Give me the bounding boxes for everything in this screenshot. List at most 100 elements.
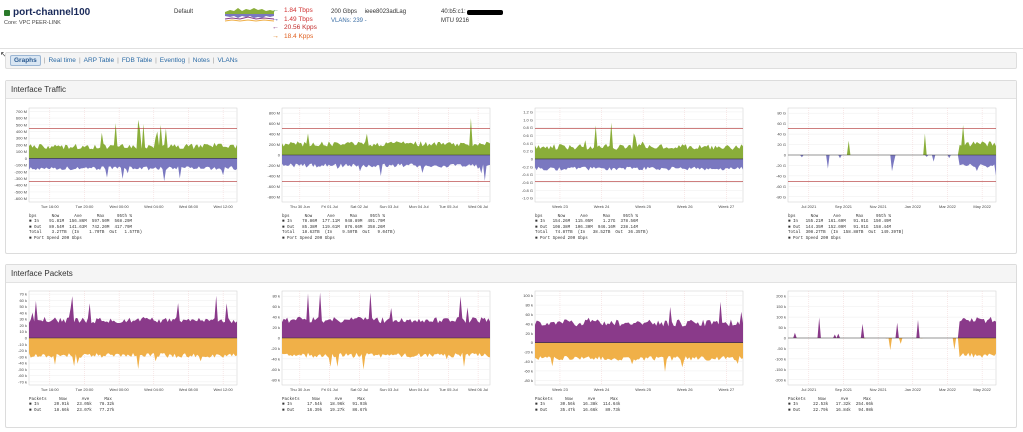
packets-graph-svg: 80 k 60 k 40 k 20 k 0 -20 k -40 k -60 k -80 k Thu… <box>271 290 491 392</box>
rate-row: ← 1.84 Tbps <box>272 7 317 16</box>
packets-graph-3[interactable]: 100 k 80 k 60 k 40 k 20 k 0 -20 k -40 k -60 k -80… <box>511 287 751 413</box>
port-title-text[interactable]: port-channel100 <box>13 7 90 18</box>
y-tick-label: 200 M <box>16 142 27 147</box>
tab-real-time[interactable]: Real time <box>48 57 75 64</box>
y-tick-label: -0.6 G <box>522 180 533 185</box>
x-tick-label: Week 23 <box>552 204 568 209</box>
packets-graph-svg: 70 k60 k50 k40 k30 k20 k10 k0-10 k-20 k-… <box>18 290 238 392</box>
rate-row: ← 20.56 Kpps <box>272 24 317 33</box>
x-tick-label: Week 27 <box>719 387 735 392</box>
arrow-left-icon: ← <box>272 24 279 32</box>
y-tick-label: -0.8 G <box>522 188 533 193</box>
y-tick-label: 100 k <box>523 293 533 298</box>
x-tick-label: Sep 2021 <box>835 387 853 392</box>
traffic-graph-legend: bps Now Ave Max 95th % ■ In 154.26M 115.… <box>535 215 649 241</box>
rate-row: → 18.4 Kpps <box>272 33 317 42</box>
tab-graphs[interactable]: Graphs <box>10 55 41 66</box>
y-tick-label: -400 M <box>268 173 280 178</box>
port-mac: 40:b5:c1: <box>441 9 503 15</box>
x-tick-label: Thu 30 Jun <box>290 387 310 392</box>
y-tick-label: -400 M <box>15 183 27 188</box>
y-tick-label: 100 k <box>776 315 786 320</box>
y-tick-label: -50 k <box>777 346 786 351</box>
tab-arp-table[interactable]: ARP Table <box>84 57 114 64</box>
y-tick-label: 60 k <box>525 312 533 317</box>
traffic-graph-svg: 800 M 600 M 400 M 200 M 0 -200 M -400 M -600 M -… <box>268 107 491 209</box>
x-tick-label: Wed 00:00 <box>109 204 129 209</box>
traffic-graph-legend: bps Now Ave Max 95th % ■ In 155.21M 161.… <box>788 215 904 241</box>
tab-eventlog[interactable]: Eventlog <box>160 57 185 64</box>
y-tick-label: -100 k <box>775 356 786 361</box>
y-tick-label: -800 M <box>268 194 280 199</box>
x-tick-label: Week 26 <box>677 204 693 209</box>
x-tick-label: Wed 08:00 <box>179 387 199 392</box>
traffic-graph-2[interactable]: 800 M 600 M 400 M 200 M 0 -200 M -400 M -600 M -… <box>258 104 498 241</box>
port-vlans[interactable]: VLANs: 239 - <box>331 18 367 24</box>
y-tick-label: 20 k <box>525 331 533 336</box>
y-tick-label: 20 k <box>272 325 280 330</box>
y-tick-label: 40 k <box>272 315 280 320</box>
packets-graph-4[interactable]: 200 k 150 k 100 k 50 k 0 -50 k -100 k -150 k -20… <box>764 287 1004 413</box>
traffic-graph-3[interactable]: 1.2 G 1.0 G 0.8 G 0.6 G 0.4 G 0.2 G 0 -0.2 G -0.… <box>511 104 751 241</box>
x-tick-label: Fri 01 Jul <box>321 387 338 392</box>
y-tick-label: -30 k <box>18 354 27 359</box>
y-tick-label: 0 <box>531 156 534 161</box>
y-tick-label: 500 M <box>16 122 27 127</box>
traffic-graph-4[interactable]: 80 G 60 G 40 G 20 G 0 -20 G -40 G -60 G -80 G Jul… <box>764 104 1004 241</box>
y-tick-label: -600 M <box>15 196 27 201</box>
port-mac-prefix: 40:b5:c1: <box>441 9 466 15</box>
x-tick-label: Tue 16:00 <box>41 387 60 392</box>
x-tick-label: Wed 04:00 <box>144 387 164 392</box>
y-tick-label: 0 <box>531 340 534 345</box>
x-tick-label: Tue 05 Jul <box>439 204 458 209</box>
y-tick-label: -150 k <box>775 367 786 372</box>
y-tick-label: 150 k <box>776 304 786 309</box>
y-tick-label: 0.8 G <box>523 125 533 130</box>
y-tick-label: -300 M <box>15 176 27 181</box>
port-title[interactable]: port-channel100 <box>4 7 90 18</box>
y-tick-label: 80 k <box>525 303 533 308</box>
y-tick-label: 30 k <box>19 317 27 322</box>
tab-separator: | <box>188 57 190 64</box>
x-tick-label: Fri 01 Jul <box>321 204 338 209</box>
traffic-sparkline[interactable] <box>222 5 277 23</box>
x-tick-label: May 2022 <box>973 204 991 209</box>
y-tick-label: -0.2 G <box>522 164 533 169</box>
y-tick-label: 40 G <box>777 132 786 137</box>
x-tick-label: Week 23 <box>552 387 568 392</box>
traffic-graph-svg: 700 M 600 M500 M 400 M 300 M200 M 100 M 0 -100… <box>15 107 238 209</box>
packets-graph-legend: Packets Now Ave Max ■ In 17.54k 18.96k 9… <box>282 398 368 413</box>
x-tick-label: Nov 2021 <box>870 204 888 209</box>
port-speed: 200 Gbps ieee8023adLag <box>331 9 406 15</box>
rate-value: 20.56 Kpps <box>284 24 317 32</box>
y-tick-label: 10 k <box>19 329 27 334</box>
arrow-right-icon: → <box>272 32 279 40</box>
tab-fdb-table[interactable]: FDB Table <box>122 57 152 64</box>
y-tick-label: 60 k <box>19 298 27 303</box>
traffic-graph-1[interactable]: 700 M 600 M 500 M 400 M 300 M 200 M 100 M 0 -100… <box>5 104 245 241</box>
x-tick-label: Wed 00:00 <box>109 387 129 392</box>
x-tick-label: Week 27 <box>719 204 735 209</box>
tab-notes[interactable]: Notes <box>193 57 210 64</box>
x-tick-label: Tue 16:00 <box>41 204 60 209</box>
port-policy: Default <box>174 9 194 15</box>
x-tick-label: Wed 08:00 <box>179 204 199 209</box>
rate-value: 18.4 Kpps <box>284 32 314 40</box>
packets-graph-svg: 200 k 150 k 100 k 50 k 0 -50 k -100 k -150 k -20… <box>775 290 997 392</box>
y-tick-label: -200 M <box>268 163 280 168</box>
port-type: ieee8023adLag <box>364 9 407 15</box>
tab-separator: | <box>78 57 81 64</box>
x-tick-label: Mon 04 Jul <box>409 387 429 392</box>
packets-graph-2[interactable]: 80 k 60 k 40 k 20 k 0 -20 k -40 k -60 k -80 k Thu… <box>258 287 498 413</box>
packets-graph-legend: Packets Now Ave Max ■ In 20.91k 23.05k 7… <box>29 398 115 413</box>
arrow-left-icon: ← <box>272 7 279 14</box>
y-tick-label: -20 G <box>776 163 786 168</box>
y-tick-label: 50 k <box>778 325 786 330</box>
y-tick-label: 80 k <box>272 294 280 299</box>
x-tick-label: Sat 02 Jul <box>350 204 368 209</box>
y-tick-label: -60 G <box>776 184 786 189</box>
packets-graph-1[interactable]: 70 k 60 k 50 k 40 k 30 k 20 k 10 k 0 -10 k -20 k-… <box>5 287 245 413</box>
y-tick-label: 200 M <box>269 142 280 147</box>
tab-separator: | <box>43 57 46 64</box>
tab-vlans[interactable]: VLANs <box>217 57 237 64</box>
